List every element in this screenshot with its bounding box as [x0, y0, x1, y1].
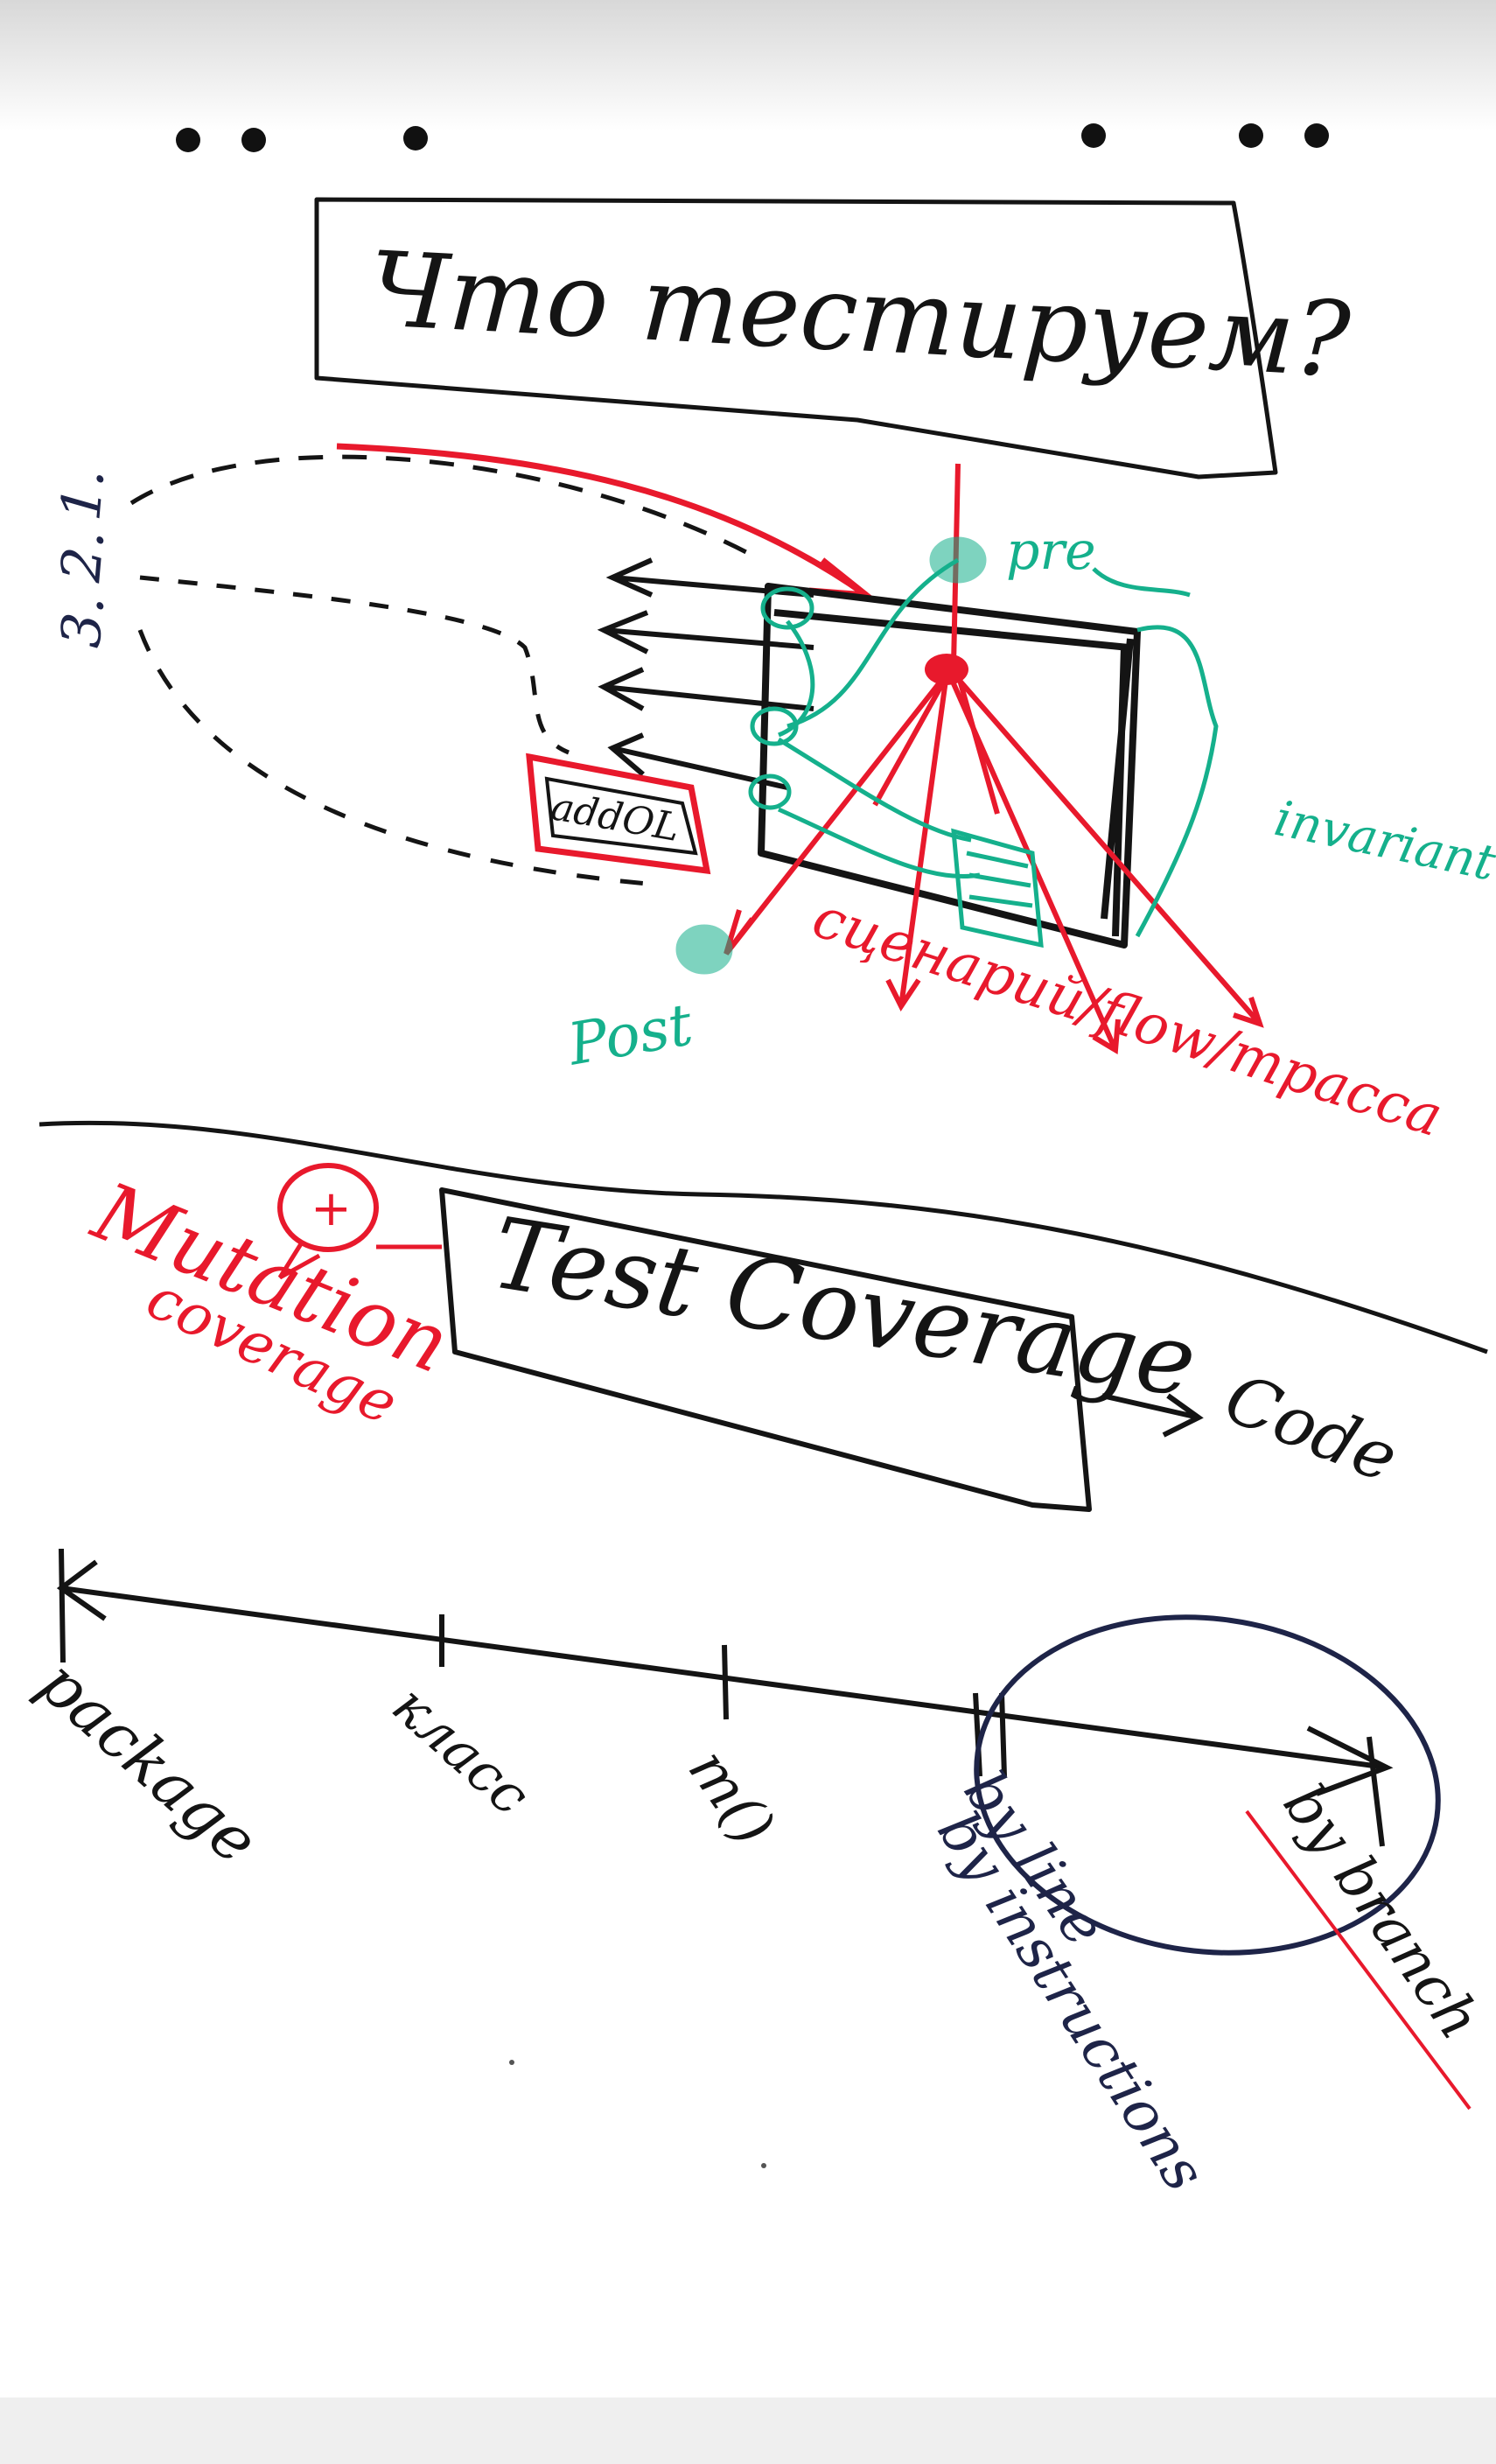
granularity-axis: package класс m() by line by instruction…: [25, 1548, 1494, 2202]
scenario-number-3: 3.: [48, 593, 116, 650]
whiteboard: Что тестируем? 1. 2. 3. addOL pre Post i…: [0, 0, 1496, 2464]
granularity-item-by-branch: by branch: [1270, 1772, 1494, 2051]
granularity-item-package: package: [25, 1645, 273, 1878]
marker-dot: [509, 2060, 514, 2065]
pre-label: pre: [1006, 521, 1096, 582]
scenario-diagram: 1. 2. 3. addOL pre Post invariant сценар…: [48, 443, 1496, 1150]
dashed-path-1: [129, 454, 763, 563]
addol-label: addOL: [548, 784, 682, 850]
paper-bottom-edge: [0, 2398, 1496, 2464]
dashed-path-3: [137, 629, 648, 886]
granularity-item-class: класс: [381, 1673, 542, 1828]
post-label: Post: [563, 990, 698, 1079]
red-entry-arrow: [336, 443, 869, 598]
coverage-section: Test Coverage Code + Mutation coverage: [80, 1163, 1409, 1512]
paper-top-edge: [0, 0, 1496, 131]
title-text: Что тестируем?: [366, 228, 1353, 401]
code-label: Code: [1214, 1359, 1409, 1498]
marker-dot: [761, 2163, 766, 2168]
granularity-ticks: [59, 1548, 1007, 1777]
plus-symbol: +: [311, 1180, 352, 1237]
outgoing-arrows: [597, 557, 814, 790]
scenario-number-2: 2.: [48, 528, 116, 585]
dashed-path-2: [139, 575, 570, 755]
invariant-label: invariant: [1269, 790, 1496, 892]
flow-origin-node: [925, 654, 968, 685]
scenario-number-1: 1.: [48, 466, 116, 523]
granularity-item-method: m(): [675, 1737, 788, 1858]
